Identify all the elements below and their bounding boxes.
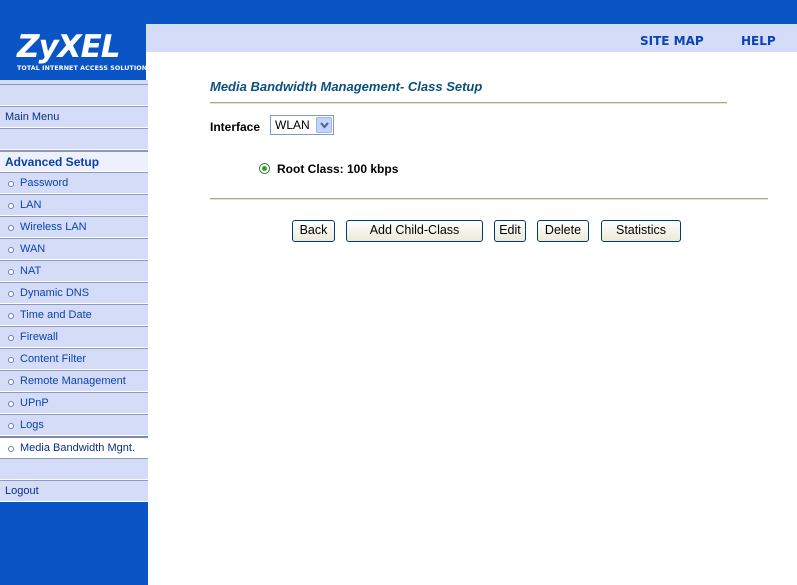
sidebar-item-lan[interactable]: LAN bbox=[0, 194, 148, 216]
bullet-icon bbox=[8, 181, 14, 187]
add-child-class-button[interactable]: Add Child-Class bbox=[346, 220, 483, 242]
sidebar-item-password[interactable]: Password bbox=[0, 172, 148, 194]
interface-label: Interface bbox=[210, 120, 261, 134]
sidebar-item-label: LAN bbox=[20, 199, 42, 211]
sidebar-item-label: Dynamic DNS bbox=[20, 287, 90, 299]
sidebar-item-label: Firewall bbox=[20, 331, 58, 343]
bullet-icon bbox=[8, 423, 14, 429]
sidebar-footer bbox=[0, 502, 148, 585]
bullet-icon bbox=[8, 247, 14, 253]
sidebar-item-label: Remote Management bbox=[20, 375, 126, 387]
bullet-icon bbox=[8, 313, 14, 319]
sidebar-item-label: Time and Date bbox=[20, 309, 92, 321]
sidebar-item-remote-management[interactable]: Remote Management bbox=[0, 370, 148, 392]
sidebar-item-label: Media Bandwidth Mgnt. bbox=[20, 442, 135, 454]
back-button[interactable]: Back bbox=[292, 220, 335, 242]
sidebar-item-label: Content Filter bbox=[20, 353, 87, 365]
interface-select[interactable]: WLAN bbox=[270, 115, 334, 135]
sidebar-item-label: Logout bbox=[5, 485, 39, 497]
bullet-icon bbox=[8, 401, 14, 407]
sidebar-item-label: Main Menu bbox=[5, 111, 60, 123]
sidebar-item-label: NAT bbox=[20, 265, 42, 277]
sidebar-item-wireless-lan[interactable]: Wireless LAN bbox=[0, 216, 148, 238]
bullet-icon bbox=[8, 225, 14, 231]
site-map-link[interactable]: SITE MAP bbox=[640, 34, 704, 48]
sidebar-spacer bbox=[0, 84, 148, 106]
interface-selected-value: WLAN bbox=[275, 118, 310, 132]
sidebar-section-label: Advanced Setup bbox=[5, 155, 100, 169]
bullet-icon bbox=[8, 291, 14, 297]
logo-tagline: TOTAL INTERNET ACCESS SOLUTION bbox=[17, 65, 148, 72]
root-class-radio[interactable] bbox=[259, 163, 270, 174]
chevron-down-icon[interactable] bbox=[316, 117, 332, 133]
sidebar-item-wan[interactable]: WAN bbox=[0, 238, 148, 260]
statistics-button[interactable]: Statistics bbox=[601, 220, 681, 242]
help-link[interactable]: HELP bbox=[741, 34, 776, 48]
sidebar-item-time-and-date[interactable]: Time and Date bbox=[0, 304, 148, 326]
sidebar-item-nat[interactable]: NAT bbox=[0, 260, 148, 282]
sidebar-item-label: Wireless LAN bbox=[20, 221, 87, 233]
sidebar-spacer bbox=[0, 128, 148, 150]
sidebar-spacer bbox=[0, 458, 148, 480]
sidebar-item-label: Password bbox=[20, 177, 69, 189]
bullet-icon bbox=[8, 357, 14, 363]
bullet-icon bbox=[8, 335, 14, 341]
sidebar-item-media-bandwidth-mgnt[interactable]: Media Bandwidth Mgnt. bbox=[0, 436, 148, 458]
page-title: Media Bandwidth Management- Class Setup bbox=[210, 79, 483, 94]
bullet-icon bbox=[8, 379, 14, 385]
sidebar-item-content-filter[interactable]: Content Filter bbox=[0, 348, 148, 370]
title-divider bbox=[210, 102, 727, 104]
sidebar-item-logs[interactable]: Logs bbox=[0, 414, 148, 436]
zyxel-logo: ZyXEL bbox=[17, 29, 121, 65]
sidebar-item-main-menu[interactable]: Main Menu bbox=[0, 106, 148, 128]
sidebar-item-label: WAN bbox=[20, 243, 46, 255]
bullet-icon bbox=[8, 269, 14, 275]
edit-button[interactable]: Edit bbox=[494, 220, 526, 242]
sidebar-section-advanced-setup[interactable]: Advanced Setup bbox=[0, 150, 148, 172]
section-divider bbox=[210, 198, 768, 200]
sidebar-item-logout[interactable]: Logout bbox=[0, 480, 148, 502]
sidebar-item-label: Logs bbox=[20, 419, 44, 431]
sidebar-item-label: UPnP bbox=[20, 397, 49, 409]
bullet-icon bbox=[8, 446, 14, 452]
sidebar-item-dynamic-dns[interactable]: Dynamic DNS bbox=[0, 282, 148, 304]
top-banner bbox=[0, 0, 797, 24]
bullet-icon bbox=[8, 203, 14, 209]
root-class-label: Root Class: 100 kbps bbox=[277, 162, 399, 176]
sidebar-item-upnp[interactable]: UPnP bbox=[0, 392, 148, 414]
delete-button[interactable]: Delete bbox=[537, 220, 589, 242]
sidebar-item-firewall[interactable]: Firewall bbox=[0, 326, 148, 348]
